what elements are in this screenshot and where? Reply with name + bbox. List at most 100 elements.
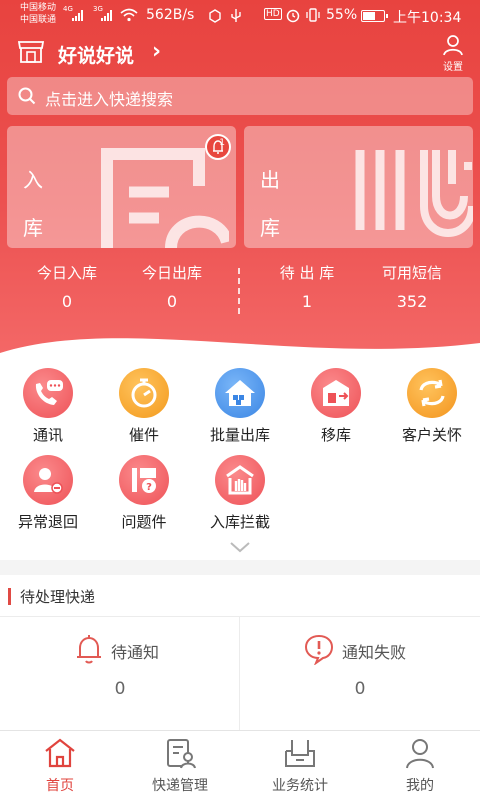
user-minus-icon <box>23 455 73 505</box>
fn-communication[interactable]: 通讯 <box>0 368 96 445</box>
stats-row: 今日入库 0 今日出库 0 待 出 库 1 可用短信 352 <box>0 262 480 322</box>
nav-home[interactable]: 首页 <box>0 737 120 795</box>
pending-label: 通知失败 <box>342 643 407 662</box>
inbound-card[interactable]: 入 库 1 <box>7 126 236 248</box>
network-speed: 562B/s <box>146 7 195 23</box>
bottom-navigation: 首页 快递管理 业务统计 我的 <box>0 730 480 800</box>
chevron-right-icon[interactable]: › <box>152 39 161 64</box>
pending-notification-failed[interactable]: 通知失败 0 <box>240 617 480 735</box>
nav-label: 首页 <box>46 778 74 794</box>
stat-today-inbound[interactable]: 今日入库 0 <box>7 262 127 311</box>
nav-express-management[interactable]: 快递管理 <box>120 737 240 795</box>
pending-title: 待处理快递 <box>20 588 96 606</box>
fn-label: 入库拦截 <box>209 513 270 531</box>
fn-label: 异常退回 <box>17 513 78 531</box>
svg-text:?: ? <box>146 482 152 493</box>
fn-abnormal-return[interactable]: 异常退回 <box>0 455 96 532</box>
stat-value: 0 <box>61 292 73 311</box>
fn-inbound-intercept[interactable]: 入库拦截 <box>192 455 288 532</box>
stat-today-outbound[interactable]: 今日出库 0 <box>112 262 232 311</box>
stats-divider <box>238 268 240 314</box>
stat-label: 待 出 库 <box>279 264 335 282</box>
store-name[interactable]: 好说好说 <box>58 41 134 68</box>
wifi-icon <box>120 8 138 22</box>
outbound-barcode-icon <box>355 150 473 237</box>
stat-label: 今日出库 <box>141 264 202 282</box>
vibrate-icon <box>306 8 320 22</box>
outbound-card[interactable]: 出 库 <box>244 126 473 248</box>
stat-pending-outbound[interactable]: 待 出 库 1 <box>247 262 367 311</box>
badge-count: 1 <box>219 138 225 148</box>
carrier-1: 中国移动 <box>20 3 57 13</box>
battery-percent: 55% <box>326 7 358 23</box>
carrier-labels: 中国移动 中国联通 <box>20 2 56 26</box>
fn-label: 通讯 <box>32 426 63 444</box>
stopwatch-icon <box>119 368 169 418</box>
fn-customer-care[interactable]: 客户关怀 <box>384 368 480 445</box>
move-warehouse-icon <box>311 368 361 418</box>
carrier-2: 中国联通 <box>20 15 57 25</box>
nav-label: 业务统计 <box>272 778 328 794</box>
stat-sms-balance[interactable]: 可用短信 352 <box>352 262 472 311</box>
function-grid: 通讯 催件 批量出库 移库 客户关怀 异常退回 ? 问题件 入库拦截 <box>0 365 480 560</box>
bell-icon <box>77 635 101 664</box>
question-box-icon: ? <box>119 455 169 505</box>
fn-label: 批量出库 <box>209 426 270 444</box>
settings-label: 设置 <box>443 62 463 73</box>
nav-business-stats[interactable]: 业务统计 <box>240 737 360 795</box>
inbound-label-2: 库 <box>23 216 43 240</box>
alert-bubble-icon <box>304 634 334 665</box>
stat-value: 1 <box>301 292 313 311</box>
fn-label: 客户关怀 <box>401 426 462 444</box>
clock: 上午10:34 <box>393 10 462 26</box>
outbound-label-2: 库 <box>260 216 280 240</box>
hd-badge: HD <box>264 8 282 20</box>
pending-header: 待处理快递 <box>0 575 480 617</box>
bell-icon <box>213 140 223 154</box>
search-placeholder: 点击进入快递搜索 <box>45 90 174 109</box>
pending-value: 0 <box>354 679 366 699</box>
outbound-label-1: 出 <box>260 168 280 192</box>
hand-stop-icon <box>215 455 265 505</box>
search-icon <box>18 87 36 105</box>
fn-urge[interactable]: 催件 <box>96 368 192 445</box>
stat-label: 今日入库 <box>36 264 97 282</box>
pending-awaiting-notification[interactable]: 待通知 0 <box>0 617 240 735</box>
fn-problem-parcel[interactable]: ? 问题件 <box>96 455 192 532</box>
nav-label: 快递管理 <box>152 778 208 794</box>
phone-chat-icon <box>23 368 73 418</box>
settings-button[interactable]: 设置 <box>436 34 470 73</box>
usb-icon <box>231 9 241 22</box>
home-icon <box>45 738 75 768</box>
battery-icon <box>361 10 388 22</box>
inbound-label-1: 入 <box>23 168 43 192</box>
pending-value: 0 <box>114 679 126 699</box>
stat-value: 352 <box>396 292 428 311</box>
fn-label: 问题件 <box>121 513 167 531</box>
house-boxes-icon <box>215 368 265 418</box>
inbound-document-icon <box>101 148 229 248</box>
fn-move-warehouse[interactable]: 移库 <box>288 368 384 445</box>
section-marker <box>8 588 11 605</box>
title-bar: 好说好说 › 设置 <box>0 32 480 74</box>
pending-label: 待通知 <box>111 643 160 662</box>
stat-label: 可用短信 <box>381 264 442 282</box>
signal-icon-1 <box>72 9 83 21</box>
fn-batch-outbound[interactable]: 批量出库 <box>192 368 288 445</box>
fn-label: 移库 <box>320 426 351 444</box>
signal-icon-2 <box>101 9 112 21</box>
stats-icon <box>285 740 315 767</box>
nav-profile[interactable]: 我的 <box>360 737 480 795</box>
store-icon <box>18 41 44 63</box>
chevron-down-icon[interactable] <box>228 540 252 554</box>
pending-parcels-panel: 待处理快递 待通知 0 通知失败 0 <box>0 575 480 735</box>
alarm-icon <box>286 9 300 23</box>
fn-label: 催件 <box>128 426 159 444</box>
status-bar: 中国移动 中国联通 4G 3G 562B/s HD 55% 上午10:34 <box>0 0 480 32</box>
package-manage-icon <box>167 739 196 769</box>
app-notification-icon <box>209 9 221 23</box>
express-search-bar[interactable]: 点击进入快递搜索 <box>7 77 473 115</box>
profile-icon <box>406 739 434 769</box>
user-settings-icon <box>443 35 463 56</box>
stat-value: 0 <box>166 292 178 311</box>
